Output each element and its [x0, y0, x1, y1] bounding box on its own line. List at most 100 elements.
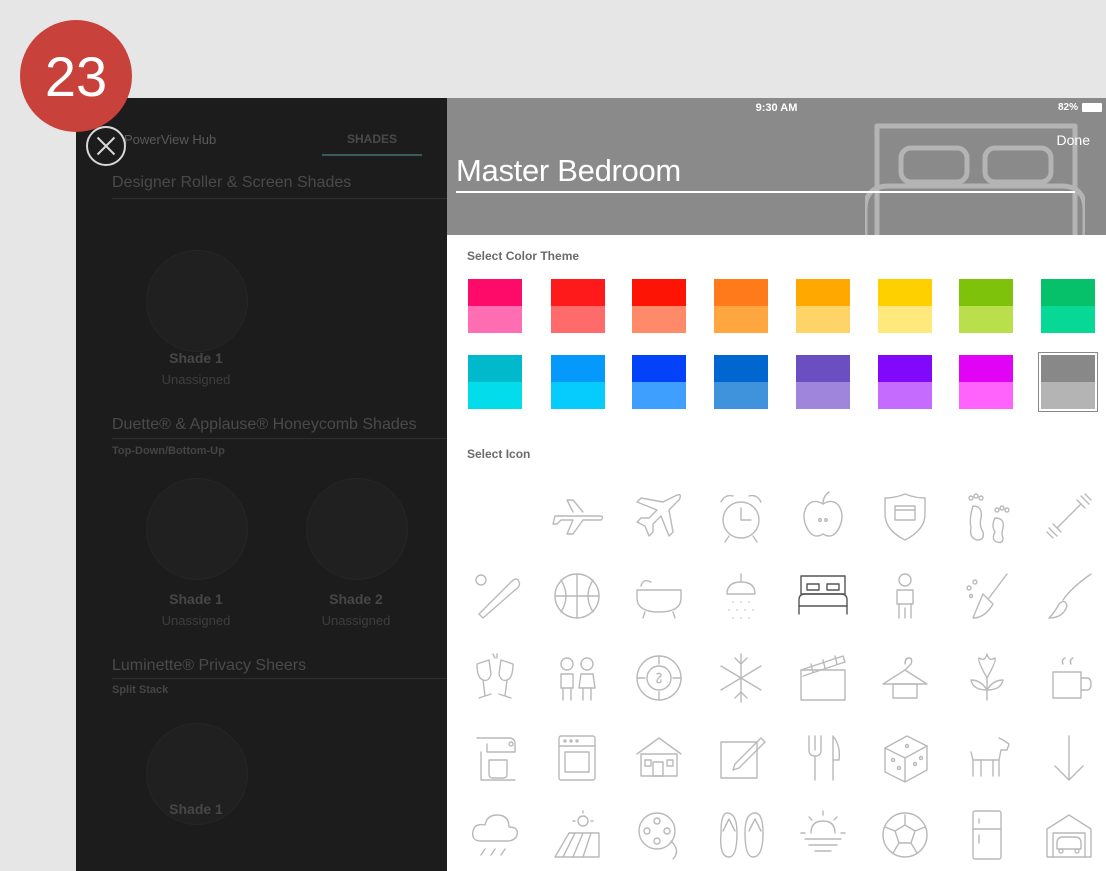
edit-note-icon[interactable] [706, 723, 776, 793]
coat-hanger-icon[interactable] [870, 643, 940, 713]
swatch-secondary [632, 306, 686, 333]
color-theme-swatch[interactable] [959, 355, 1013, 409]
dog-icon[interactable] [952, 723, 1022, 793]
shades-list-panel: PowerView Hub SHADES Designer Roller & S… [76, 98, 447, 871]
paintbrush-icon[interactable] [1034, 561, 1104, 631]
alarm-clock-icon[interactable] [706, 481, 776, 551]
shade-icon[interactable] [306, 478, 408, 580]
swatch-primary [878, 279, 932, 306]
done-button[interactable]: Done [1057, 132, 1090, 148]
farm-field-icon[interactable] [542, 800, 612, 870]
baseball-bat-icon[interactable] [460, 561, 530, 631]
blank-icon[interactable] [460, 481, 530, 551]
kids-icon[interactable] [542, 643, 612, 713]
footprints-icon[interactable] [952, 481, 1022, 551]
snowflake-icon[interactable] [706, 643, 776, 713]
swatch-primary [796, 279, 850, 306]
shower-icon[interactable] [706, 561, 776, 631]
garage-icon[interactable] [1034, 800, 1104, 870]
film-reel-icon[interactable] [624, 800, 694, 870]
soccer-ball-icon[interactable] [870, 800, 940, 870]
shade-name: Shade 1 [169, 350, 223, 366]
swatch-primary [878, 355, 932, 382]
swatch-secondary [878, 382, 932, 409]
flip-flops-icon[interactable] [706, 800, 776, 870]
swatch-secondary [714, 306, 768, 333]
section-subtitle: Split Stack [112, 684, 169, 696]
color-theme-label: Select Color Theme [467, 249, 580, 263]
coffee-mug-icon[interactable] [1034, 643, 1104, 713]
shield-icon[interactable] [870, 481, 940, 551]
house-icon[interactable] [624, 723, 694, 793]
color-theme-swatch[interactable] [632, 279, 686, 333]
color-theme-swatch[interactable] [796, 355, 850, 409]
icon-section-label: Select Icon [467, 447, 531, 461]
basketball-icon[interactable] [542, 561, 612, 631]
swatch-primary [468, 355, 522, 382]
section-title: Designer Roller & Screen Shades [112, 174, 352, 191]
hub-title: PowerView Hub [124, 132, 217, 147]
shade-name: Shade 1 [169, 591, 223, 607]
child-icon[interactable] [870, 561, 940, 631]
broom-icon[interactable] [952, 561, 1022, 631]
close-icon[interactable] [86, 126, 126, 166]
shade-icon[interactable] [146, 478, 248, 580]
stand-mixer-icon[interactable] [460, 723, 530, 793]
shade-status: Unassigned [161, 613, 231, 628]
status-bar-battery: 82% [1058, 102, 1102, 113]
color-theme-swatch[interactable] [1041, 279, 1095, 333]
refrigerator-icon[interactable] [952, 800, 1022, 870]
swatch-secondary [1041, 306, 1095, 333]
bed-icon[interactable] [788, 561, 858, 631]
battery-percent: 82% [1057, 102, 1078, 113]
airplane-icon[interactable] [624, 481, 694, 551]
swatch-secondary [959, 382, 1013, 409]
section-divider [112, 198, 447, 199]
swatch-secondary [468, 382, 522, 409]
color-theme-swatch[interactable] [1038, 352, 1098, 412]
down-arrow-icon[interactable] [1034, 723, 1104, 793]
tab-shades[interactable]: SHADES [322, 132, 422, 156]
bathtub-icon[interactable] [624, 561, 694, 631]
rain-cloud-icon[interactable] [460, 800, 530, 870]
color-theme-swatch[interactable] [468, 279, 522, 333]
swatch-secondary [468, 306, 522, 333]
color-theme-swatch[interactable] [878, 279, 932, 333]
ipad-screen: PowerView Hub SHADES Designer Roller & S… [76, 98, 1106, 871]
swatch-secondary [796, 306, 850, 333]
dumbbell-icon[interactable] [1034, 481, 1104, 551]
swatch-primary [714, 355, 768, 382]
color-theme-swatch[interactable] [959, 279, 1013, 333]
sunrise-icon[interactable] [788, 800, 858, 870]
bed-watermark-icon [865, 123, 1085, 235]
swatch-primary [959, 355, 1013, 382]
shade-name: Shade 2 [329, 591, 383, 607]
color-theme-swatch[interactable] [796, 279, 850, 333]
color-theme-swatch[interactable] [714, 279, 768, 333]
flower-icon[interactable] [952, 643, 1022, 713]
color-theme-swatch[interactable] [878, 355, 932, 409]
swatch-primary [551, 279, 605, 306]
oven-icon[interactable] [542, 723, 612, 793]
airplane-outline-icon[interactable] [542, 481, 612, 551]
room-editor-panel: 9:30 AM 82% Done Master Bedroom Select C… [447, 98, 1106, 871]
champagne-toast-icon[interactable] [460, 643, 530, 713]
color-theme-swatch[interactable] [551, 279, 605, 333]
color-theme-swatch[interactable] [551, 355, 605, 409]
section-title: Luminette® Privacy Sheers [112, 657, 307, 674]
section-divider [112, 678, 447, 679]
swatch-primary [551, 355, 605, 382]
fork-knife-icon[interactable] [788, 723, 858, 793]
color-theme-swatch[interactable] [714, 355, 768, 409]
room-name-underline [456, 191, 1075, 193]
clapperboard-icon[interactable] [788, 643, 858, 713]
shade-icon[interactable] [146, 250, 248, 352]
dice-icon[interactable] [870, 723, 940, 793]
room-name-input[interactable]: Master Bedroom [456, 153, 681, 189]
poker-chip-icon[interactable] [624, 643, 694, 713]
color-theme-swatch[interactable] [468, 355, 522, 409]
swatch-secondary [1041, 382, 1095, 409]
apple-icon[interactable] [788, 481, 858, 551]
color-theme-swatch[interactable] [632, 355, 686, 409]
swatch-primary [959, 279, 1013, 306]
